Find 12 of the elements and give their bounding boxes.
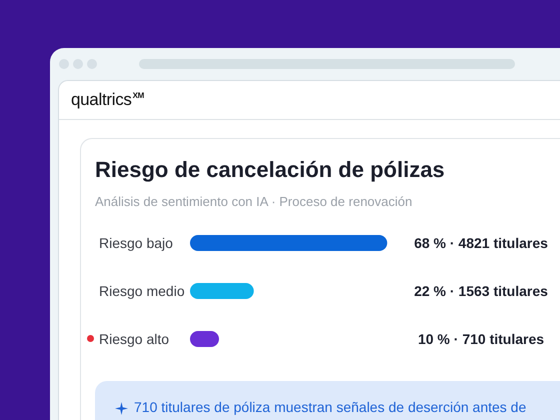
risk-label: Riesgo bajo — [99, 234, 173, 250]
risk-reading: 22 % · 1563 titulares — [413, 282, 549, 298]
card-title: Riesgo de cancelación de pólizas — [95, 157, 446, 183]
insight-text: 710 titulares de póliza muestran señales de deserción antes de — [134, 399, 526, 415]
address-bar[interactable] — [139, 59, 515, 69]
risk-label: Riesgo medio — [99, 282, 185, 298]
logo: qualtrics$^{XM}$ — [71, 90, 144, 110]
sparkle-icon — [115, 402, 128, 415]
risk-reading: 10 % · 710 titulares — [416, 330, 546, 346]
risk-label: Riesgo alto — [99, 330, 170, 346]
card-subtitle: Análisis de sentimiento con IA · Proceso de renovación — [95, 194, 414, 209]
risk-reading: 68 % · 4821 titulares — [413, 234, 549, 250]
